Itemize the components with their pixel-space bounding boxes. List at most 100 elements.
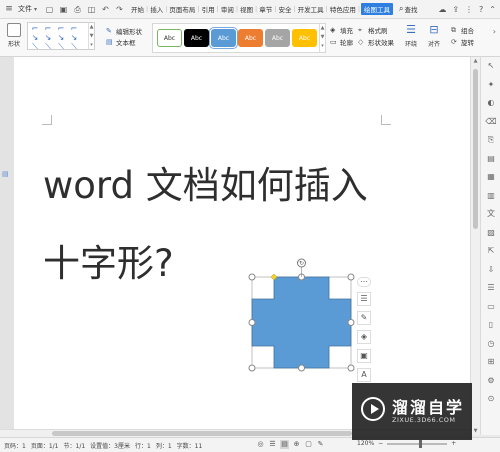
shape-button[interactable]: 形状 xyxy=(4,23,24,48)
cross-shape[interactable]: ↻ xyxy=(248,258,355,372)
layout-options-icon[interactable]: ☰ xyxy=(357,292,371,306)
zoom-level[interactable]: 120% xyxy=(357,440,374,447)
connector-elbow-icon[interactable]: ⌐ xyxy=(55,24,67,33)
shape-style-swatch[interactable]: Abc xyxy=(184,29,209,47)
connector-line-icon[interactable]: ⟍ xyxy=(68,42,80,51)
connector-curve-icon[interactable]: ↘ xyxy=(29,33,41,42)
edit-shape-button[interactable]: ✎ 编辑形状 xyxy=(106,25,142,36)
share-icon[interactable]: ⇪ xyxy=(452,5,459,14)
tab-page-layout[interactable]: 页面布局 xyxy=(168,4,196,14)
table-icon[interactable]: ▦ xyxy=(481,168,500,187)
tab-home[interactable]: 开始 xyxy=(130,4,145,14)
document-heading-line-1[interactable]: word 文档如何插入 xyxy=(43,155,368,209)
hscroll-thumb[interactable] xyxy=(52,431,352,436)
tab-developer[interactable]: 开发工具 xyxy=(297,4,325,14)
tab-special-apps[interactable]: 特色应用 xyxy=(329,4,357,14)
vertical-scrollbar[interactable]: ▲ ▼ xyxy=(470,57,480,435)
gallery-scroll[interactable]: ▲ ▼ ▾ xyxy=(88,23,94,49)
connector-curve-icon[interactable]: ↘ xyxy=(55,33,67,42)
lock-icon[interactable]: ⊙ xyxy=(481,390,500,409)
eye-protect-icon[interactable]: ◎ xyxy=(256,440,265,449)
outline-view-icon[interactable]: ☰ xyxy=(268,440,277,449)
eraser-icon[interactable]: ⌫ xyxy=(481,113,500,132)
connector-curve-icon[interactable]: ↘ xyxy=(42,33,54,42)
status-word-count[interactable]: 字数：11 xyxy=(177,441,203,450)
outline-button[interactable]: ▭ 轮廓 xyxy=(330,36,353,48)
translate-icon[interactable]: 文 xyxy=(481,205,500,224)
resize-handle[interactable] xyxy=(347,319,355,326)
document-heading-line-2[interactable]: 十字形? xyxy=(43,233,174,287)
shape-style-swatch[interactable]: Abc xyxy=(209,27,238,49)
print-preview-icon[interactable]: ◫ xyxy=(87,5,96,14)
zoom-slider-knob[interactable] xyxy=(418,439,422,448)
image-icon[interactable]: ▨ xyxy=(481,224,500,243)
settings-icon[interactable]: ⚙ xyxy=(481,372,500,391)
collapse-ribbon-icon[interactable]: ⌃ xyxy=(489,5,496,14)
file-menu[interactable]: 文件 ▾ xyxy=(18,4,37,14)
connector-line-icon[interactable]: ⟍ xyxy=(29,42,41,51)
layers-icon[interactable]: ▭ xyxy=(481,298,500,317)
shape-style-swatch[interactable]: Abc xyxy=(292,29,317,47)
more-icon[interactable]: ⋮ xyxy=(465,5,473,14)
shape-effects-button[interactable]: ◇ 形状效果 xyxy=(358,36,394,48)
select-icon[interactable]: ↖ xyxy=(481,57,500,76)
status-page-number[interactable]: 页码：1 xyxy=(4,441,26,450)
cloud-sync-icon[interactable]: ☁ xyxy=(438,5,446,14)
rotate-button[interactable]: ⟳ 旋转 xyxy=(451,36,474,48)
style-gallery-scroll[interactable]: ▲ ▼ ▾ xyxy=(319,24,325,52)
history-icon[interactable]: ◷ xyxy=(481,335,500,354)
fill-bucket-icon[interactable]: ◈ xyxy=(357,330,371,344)
format-painter-button[interactable]: ⌖ 格式刷 xyxy=(358,24,394,36)
text-icon[interactable]: A xyxy=(357,368,371,382)
resize-handle[interactable] xyxy=(248,364,256,372)
page-view-icon[interactable]: ▤ xyxy=(280,440,289,449)
save-icon[interactable]: ▣ xyxy=(59,5,68,14)
chart-icon[interactable]: ▥ xyxy=(481,187,500,206)
book-icon[interactable]: ▯ xyxy=(481,316,500,335)
collapse-toolbar-icon[interactable]: ⋯ xyxy=(357,277,371,287)
tab-view[interactable]: 视图 xyxy=(239,4,254,14)
connector-line-icon[interactable]: ⟍ xyxy=(42,42,54,51)
resize-handle[interactable] xyxy=(248,319,256,326)
scroll-thumb[interactable] xyxy=(473,69,478,229)
edit-view-icon[interactable]: ✎ xyxy=(316,440,325,449)
template-icon[interactable]: ⊞ xyxy=(481,353,500,372)
connector-gallery[interactable]: ⌐ ⌐ ⌐ ⌐ ↘ ↘ ↘ ↘ ⟍ ⟍ ⟍ ⟍ ▲ ▼ ▾ xyxy=(27,22,95,51)
ribbon-more-icon[interactable]: › xyxy=(493,27,496,36)
resize-handle[interactable] xyxy=(298,364,305,372)
zoom-slider[interactable] xyxy=(387,439,448,448)
document-icon[interactable]: ▤ xyxy=(481,150,500,169)
connector-elbow-icon[interactable]: ⌐ xyxy=(42,24,54,33)
resize-handle[interactable] xyxy=(347,364,355,372)
zoom-out-icon[interactable]: − xyxy=(378,440,383,447)
scroll-up-icon[interactable]: ▲ xyxy=(471,57,480,65)
tab-references[interactable]: 引用 xyxy=(201,4,216,14)
search-box[interactable]: ⌕ 查找 xyxy=(399,4,417,14)
connector-line-icon[interactable]: ⟍ xyxy=(55,42,67,51)
connector-elbow-icon[interactable]: ⌐ xyxy=(29,24,41,33)
tab-review[interactable]: 审阅 xyxy=(220,4,235,14)
textbox-button[interactable]: ▤ 文本框 xyxy=(106,36,142,47)
connector-curve-icon[interactable]: ↘ xyxy=(68,33,80,42)
outline-frame-icon[interactable]: ▣ xyxy=(357,349,371,363)
wrap-button[interactable]: ☰ 环绕 xyxy=(404,23,418,48)
document-page[interactable]: word 文档如何插入 十字形? xyxy=(14,57,470,435)
tab-chapter[interactable]: 章节 xyxy=(258,4,273,14)
web-view-icon[interactable]: ⊕ xyxy=(292,440,301,449)
hamburger-menu-icon[interactable]: ≡ xyxy=(2,4,16,14)
resize-handle[interactable] xyxy=(347,273,355,281)
tab-drawing-tools[interactable]: 绘图工具 xyxy=(361,3,394,15)
paragraph-marker-icon[interactable]: ▤ xyxy=(2,170,11,179)
attachment-icon[interactable]: ⎘ xyxy=(481,131,500,150)
group-button[interactable]: ⧉ 组合 xyxy=(451,24,474,36)
scroll-down-icon[interactable]: ▼ xyxy=(471,427,480,435)
undo-icon[interactable]: ↶ xyxy=(101,5,110,14)
download-icon[interactable]: ⇩ xyxy=(481,261,500,280)
tab-insert[interactable]: 插入 xyxy=(149,4,164,14)
redo-icon[interactable]: ↷ xyxy=(115,5,124,14)
list-icon[interactable]: ☰ xyxy=(481,279,500,298)
edit-pen-icon[interactable]: ✎ xyxy=(357,311,371,325)
style-icon[interactable]: ◐ xyxy=(481,94,500,113)
read-view-icon[interactable]: ▢ xyxy=(304,440,313,449)
print-icon[interactable]: ⎙ xyxy=(73,5,82,14)
